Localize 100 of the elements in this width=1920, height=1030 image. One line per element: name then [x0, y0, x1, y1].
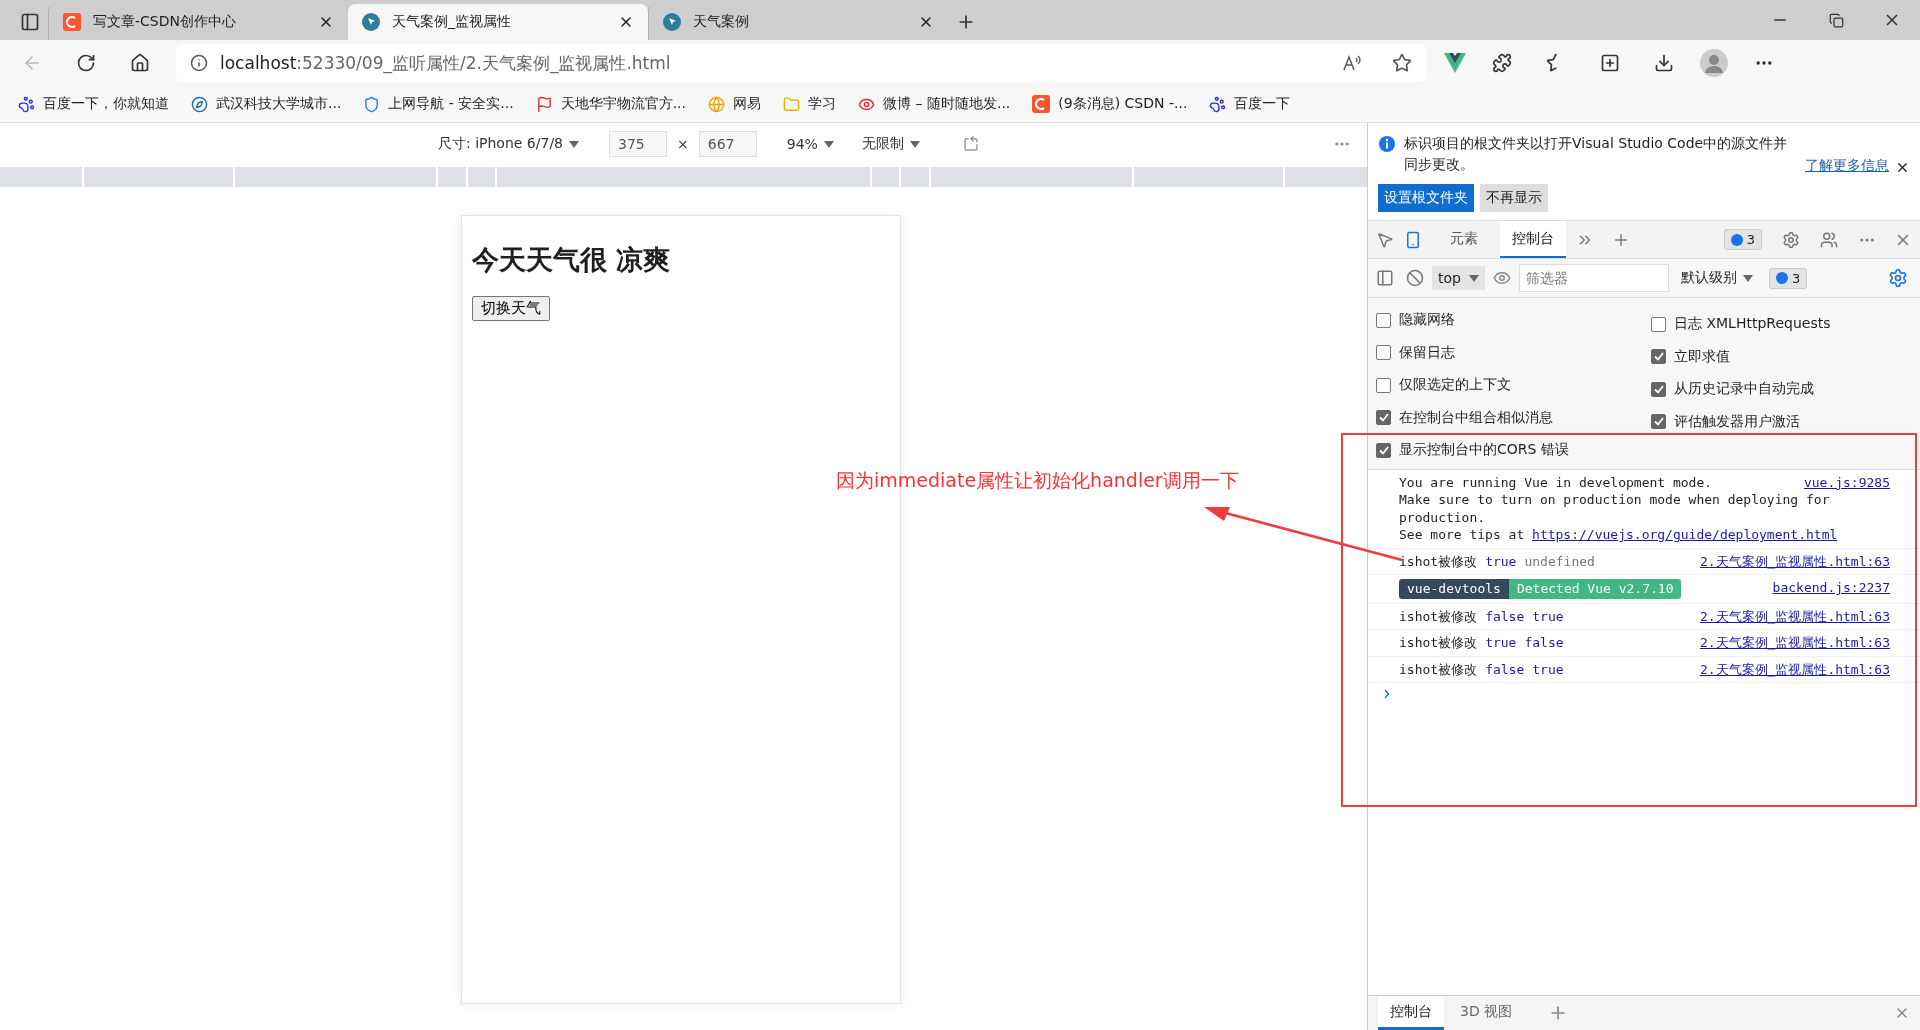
checkbox[interactable] — [1376, 312, 1391, 328]
checkbox-label: 保留日志 — [1399, 343, 1455, 362]
device-toggle-icon[interactable] — [1404, 230, 1422, 249]
checkbox[interactable] — [1651, 414, 1666, 430]
settings-icon[interactable] — [1782, 230, 1800, 249]
issues-count[interactable]: 3 — [1723, 229, 1762, 250]
devtools-tab[interactable]: 元素 — [1438, 221, 1490, 258]
c-logo-icon — [63, 13, 81, 31]
drawer-tab[interactable]: 3D 视图 — [1448, 997, 1525, 1030]
eye-icon[interactable] — [1492, 269, 1511, 287]
learn-more-link[interactable]: 了解更多信息 — [1805, 157, 1889, 175]
console-value: false — [1485, 661, 1525, 677]
devtools-tab[interactable]: 控制台 — [1500, 221, 1566, 258]
checkbox[interactable] — [1376, 377, 1391, 393]
console-text: ishot被修改 — [1399, 608, 1478, 624]
source-link[interactable]: backend.js:2237 — [1772, 579, 1890, 597]
bookmark[interactable]: 天地华宇物流官方... — [535, 95, 687, 113]
paw-icon — [1209, 95, 1227, 113]
inspect-icon[interactable] — [1376, 230, 1394, 249]
browser-tab[interactable]: 天气案例_监视属性 — [348, 4, 648, 40]
bookmark[interactable]: (9条消息) CSDN -... — [1032, 95, 1188, 113]
source-link[interactable]: 2.天气案例_监视属性.html:63 — [1699, 634, 1890, 652]
page-heading: 今天天气很 凉爽 — [472, 243, 672, 277]
switch-weather-button[interactable]: 切换天气 — [472, 296, 550, 321]
source-link[interactable]: vue.js:9285 — [1803, 473, 1890, 491]
bookmark[interactable]: 上网导航 - 安全实... — [363, 95, 514, 113]
height-field[interactable]: 667 — [698, 131, 757, 157]
console-value: true — [1532, 608, 1564, 624]
checkbox-label: 在控制台中组合相似消息 — [1399, 408, 1553, 427]
c-logo-icon — [1032, 95, 1051, 113]
clear-icon[interactable] — [1406, 269, 1424, 287]
feedback-icon[interactable] — [1820, 230, 1838, 249]
caret-icon — [1468, 274, 1479, 282]
folder-icon — [783, 95, 801, 113]
url-text: localhost:52330/09_监听属性/2.天气案例_监视属性.html — [220, 51, 672, 75]
console-text: ishot被修改 — [1399, 661, 1478, 677]
dont-show-again-button[interactable]: 不再显示 — [1480, 184, 1548, 212]
settings-icon[interactable] — [1888, 268, 1908, 288]
flag-icon — [535, 95, 553, 113]
source-link[interactable]: 2.天气案例_监视属性.html:63 — [1699, 660, 1890, 678]
log-level-select[interactable]: 默认级别 — [1680, 269, 1753, 287]
bookmark[interactable]: 百度一下 — [1209, 95, 1291, 113]
checkbox-label: 显示控制台中的CORS 错误 — [1399, 441, 1569, 460]
messages-count[interactable]: 3 — [1768, 267, 1808, 289]
source-link[interactable]: 2.天气案例_监视属性.html:63 — [1699, 552, 1890, 570]
address-bar[interactable]: localhost:52330/09_监听属性/2.天气案例_监视属性.html — [176, 44, 1426, 82]
compass-icon — [191, 95, 208, 113]
width-field[interactable]: 375 — [609, 131, 668, 157]
device-select[interactable]: 尺寸: iPhone 6/7/8 — [438, 135, 580, 153]
checkbox-label: 隐藏网络 — [1399, 311, 1455, 330]
checkbox[interactable] — [1376, 410, 1391, 426]
checkbox[interactable] — [1376, 442, 1391, 458]
checkbox[interactable] — [1651, 316, 1666, 332]
devtools-tag: vue-devtools — [1399, 579, 1509, 599]
url-link[interactable]: https://vuejs.org/guide/deployment.html — [1532, 527, 1838, 542]
globe-icon — [708, 95, 726, 113]
set-root-folder-button[interactable]: 设置根文件夹 — [1378, 184, 1474, 212]
message-icon — [1775, 272, 1788, 284]
bookmark[interactable]: 百度一下，你就知道 — [18, 95, 169, 113]
console-value: true — [1485, 553, 1517, 569]
console-value: true — [1485, 635, 1517, 650]
checkbox[interactable] — [1376, 345, 1391, 361]
shield-icon — [363, 95, 381, 113]
sidebar-icon[interactable] — [1376, 269, 1394, 287]
paw-icon — [18, 95, 35, 113]
caret-icon — [1742, 274, 1753, 282]
avatar-icon[interactable] — [1700, 49, 1728, 77]
caret-icon — [569, 140, 580, 148]
filter-field[interactable]: 筛选器 — [1518, 264, 1669, 292]
rotate-icon[interactable] — [961, 135, 980, 153]
times-sign: × — [677, 136, 689, 152]
bookmark[interactable]: 武汉科技大学城市... — [191, 95, 342, 113]
bookmark[interactable]: 微博 – 随时随地发... — [858, 95, 1011, 113]
info-icon[interactable] — [190, 54, 208, 72]
checkbox-label: 仅限选定的上下文 — [1399, 376, 1511, 395]
bookmark[interactable]: 网易 — [708, 95, 762, 113]
console-text: Make sure to turn on production mode when deploying for production. — [1399, 491, 1831, 526]
checkbox[interactable] — [1651, 381, 1666, 397]
v-logo-icon[interactable] — [1444, 53, 1466, 73]
info-icon — [1378, 135, 1396, 153]
console-text: ishot被修改 — [1399, 635, 1478, 650]
bookmark[interactable]: 学习 — [783, 95, 837, 113]
throttle-select[interactable]: 无限制 — [861, 135, 920, 153]
console-text: ishot被修改 — [1399, 553, 1478, 569]
caret-icon — [823, 140, 834, 148]
console-text: See more tips at https://vuejs.org/guide/deployment.html — [1399, 526, 1839, 544]
caret-icon — [909, 140, 920, 148]
checkbox-label: 日志 XMLHttpRequests — [1674, 315, 1831, 334]
read-aloud-icon[interactable] — [1342, 54, 1362, 72]
drawer-tab[interactable]: 控制台 — [1378, 997, 1444, 1030]
devtools-tag: Detected Vue v2.7.10 — [1508, 579, 1682, 599]
checkbox[interactable] — [1651, 349, 1666, 365]
checkbox-label: 评估触发器用户激活 — [1674, 412, 1800, 431]
favorite-add-icon[interactable] — [1392, 53, 1412, 73]
close-icon[interactable] — [1895, 160, 1910, 175]
zoom-select[interactable]: 94% — [786, 136, 834, 152]
source-link[interactable]: 2.天气案例_监视属性.html:63 — [1699, 607, 1890, 625]
message-icon — [1730, 233, 1743, 246]
arrow-logo-icon — [362, 13, 380, 31]
context-select[interactable]: top — [1432, 266, 1485, 290]
